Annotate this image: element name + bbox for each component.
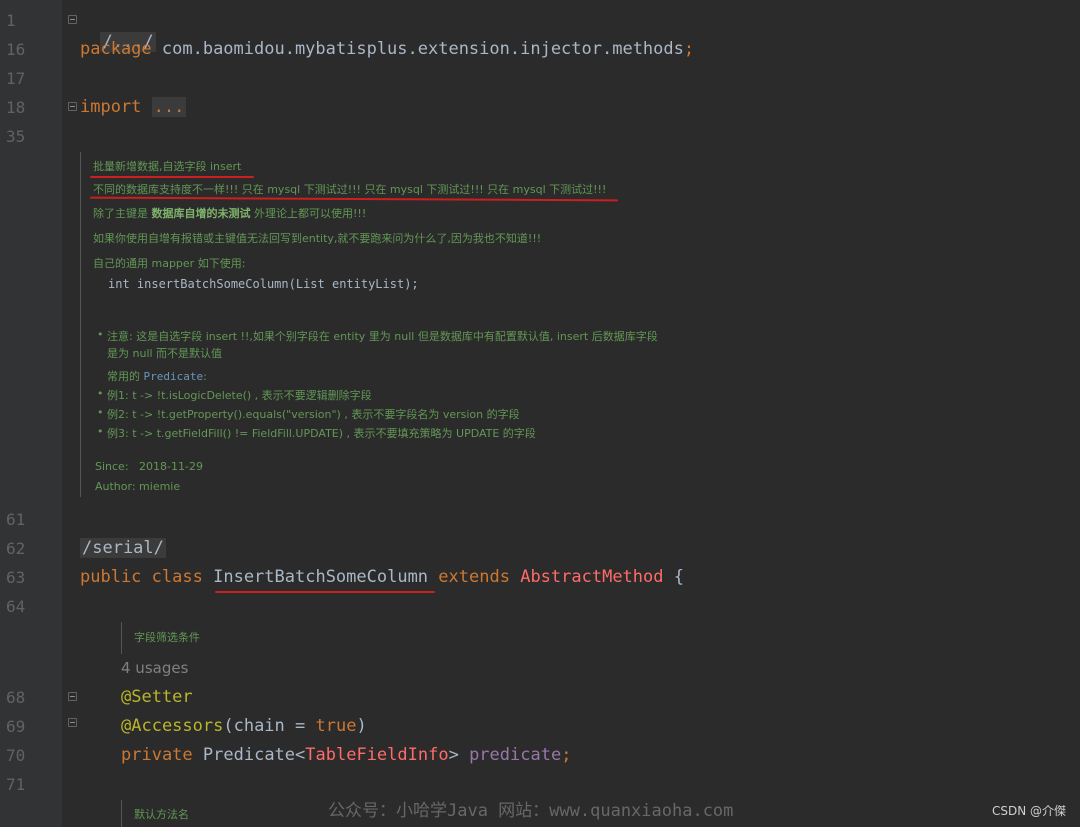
doc-line: 默认方法名 <box>134 808 189 821</box>
super-class: AbstractMethod <box>520 567 664 587</box>
keyword-package: package <box>80 39 152 59</box>
keyword-private: private <box>121 745 193 765</box>
package-name: com.baomidou.mybatisplus.extension.injec… <box>151 39 684 59</box>
method-javadoc: 默认方法名 <box>121 800 322 827</box>
code-line-serial[interactable]: /serial/ <box>80 537 166 559</box>
doc-line: 除了主键是 数据库自增的未测试 外理论上都可以使用!!! <box>93 207 367 220</box>
line-number-gutter: 1 16 17 18 35 61 62 63 64 68 69 70 71 <box>0 0 77 827</box>
code-line-class[interactable]: public class InsertBatchSomeColumn exten… <box>80 566 684 588</box>
line-number: 63 <box>6 568 26 587</box>
doc-line: 自己的通用 mapper 如下使用: <box>93 257 246 270</box>
doc-line: 如果你使用自增有报错或主键值无法回写到entity,就不要跑来问为什么了,因为我… <box>93 232 542 245</box>
line-number: 62 <box>6 539 26 558</box>
doc-since: Since: 2018-11-29 <box>95 460 203 473</box>
doc-line: 批量新增数据,自选字段 insert <box>93 160 242 173</box>
line-number: 70 <box>6 746 26 765</box>
red-underline-annotation <box>215 591 435 593</box>
line-number: 18 <box>6 98 26 117</box>
doc-bullet: 例1: t -> !t.isLogicDelete() , 表示不要逻辑删除字段 <box>97 387 372 403</box>
code-line-setter[interactable]: @Setter <box>121 686 193 708</box>
csdn-credit: CSDN @介傑 <box>991 804 1066 818</box>
code-line-package[interactable]: package com.baomidou.mybatisplus.extensi… <box>80 38 694 60</box>
annotation-setter: @Setter <box>121 687 193 707</box>
usages-hint[interactable]: 4 usages <box>121 659 188 677</box>
keyword-extends: extends <box>438 567 510 587</box>
folded-serial[interactable]: /serial/ <box>80 538 166 558</box>
doc-bullet: 例3: t -> t.getFieldFill() != FieldFill.U… <box>97 425 536 441</box>
annotation-args: ) <box>356 716 367 736</box>
code-line-import[interactable]: import ... <box>80 96 187 118</box>
annotation-accessors: @Accessors <box>121 716 224 736</box>
doc-bullet: 注意: 这是自选字段 insert !!,如果个别字段在 entity 里为 n… <box>97 328 658 344</box>
doc-line: 是为 null 而不是默认值 <box>107 347 223 360</box>
type-predicate: Predicate <box>202 745 296 765</box>
code-line-accessors[interactable]: @Accessors(chain = true) <box>121 715 367 737</box>
field-name: predicate <box>469 745 562 765</box>
semicolon: ; <box>683 39 695 59</box>
line-number: 1 <box>6 11 16 30</box>
fold-toggle-icon[interactable] <box>68 102 77 111</box>
field-javadoc: 字段筛选条件 <box>121 622 322 654</box>
generic-open: < <box>295 745 306 765</box>
code-line-field[interactable]: private Predicate<TableFieldInfo> predic… <box>121 744 571 766</box>
line-number: 17 <box>6 69 26 88</box>
doc-bullet: 例2: t -> !t.getProperty().equals("versio… <box>97 406 520 422</box>
generic-type: TableFieldInfo <box>305 745 449 765</box>
line-number: 16 <box>6 40 26 59</box>
fold-toggle-icon[interactable] <box>68 692 77 701</box>
keyword-true: true <box>315 716 357 736</box>
watermark-text: 公众号：小哈学Java 网站：www.quanxiaoha.com <box>328 801 734 821</box>
folded-imports[interactable]: ... <box>151 97 187 117</box>
generic-close: > <box>448 745 470 765</box>
fold-toggle-icon[interactable] <box>68 718 77 727</box>
brace: { <box>673 567 684 587</box>
doc-code-sample: int insertBatchSomeColumn(List entityLis… <box>108 277 419 291</box>
doc-author: Author: miemie <box>95 480 181 493</box>
fold-toggle-icon[interactable] <box>68 15 77 24</box>
keyword-public: public <box>80 567 142 587</box>
line-number: 71 <box>6 775 26 794</box>
line-number: 64 <box>6 597 26 616</box>
line-number: 61 <box>6 510 26 529</box>
class-name: InsertBatchSomeColumn <box>213 567 429 587</box>
javadoc-block: 批量新增数据,自选字段 insert 不同的数据库支持度不一样!!! 只在 my… <box>80 152 681 497</box>
doc-line: 不同的数据库支持度不一样!!! 只在 mysql 下测试过!!! 只在 mysq… <box>93 183 607 196</box>
keyword-import: import <box>80 97 142 117</box>
line-number: 69 <box>6 717 26 736</box>
doc-line: 常用的 Predicate: <box>107 370 207 383</box>
keyword-class: class <box>151 567 203 587</box>
annotation-args: (chain = <box>223 716 316 736</box>
semicolon: ; <box>561 745 572 765</box>
line-number: 68 <box>6 688 26 707</box>
red-underline-annotation <box>90 176 254 178</box>
line-number: 35 <box>6 127 26 146</box>
doc-line: 字段筛选条件 <box>134 631 200 644</box>
